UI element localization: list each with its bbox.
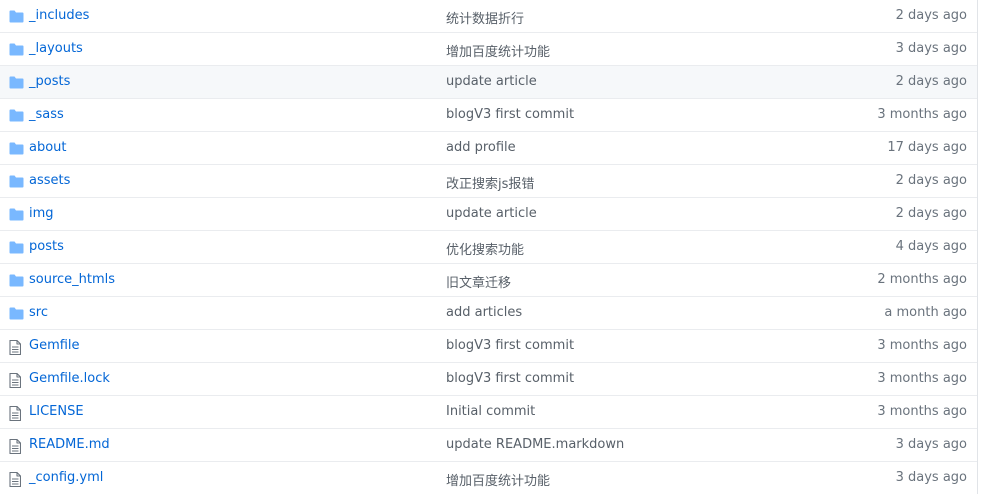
commit-age: 3 months ago — [877, 107, 967, 122]
commit-age: 4 days ago — [895, 239, 967, 254]
commit-age: 3 months ago — [877, 404, 967, 419]
commit-age: 2 days ago — [895, 206, 967, 221]
commit-age: 3 days ago — [895, 437, 967, 452]
file-row[interactable]: _layouts 增加百度统计功能 3 days ago — [0, 33, 977, 66]
folder-icon — [9, 175, 24, 189]
folder-icon — [9, 76, 24, 90]
file-row[interactable]: src add articles a month ago — [0, 297, 977, 330]
file-row[interactable]: source_htmls 旧文章迁移 2 months ago — [0, 264, 977, 297]
file-name-link[interactable]: img — [29, 206, 54, 221]
file-row[interactable]: _posts update article 2 days ago — [0, 66, 977, 99]
file-name-link[interactable]: README.md — [29, 437, 110, 452]
file-name-link[interactable]: _sass — [29, 107, 64, 122]
commit-message-link[interactable]: 优化搜索功能 — [446, 239, 524, 258]
file-row[interactable]: posts 优化搜索功能 4 days ago — [0, 231, 977, 264]
file-icon — [9, 439, 24, 454]
file-name-link[interactable]: assets — [29, 173, 70, 188]
file-name-link[interactable]: LICENSE — [29, 404, 84, 419]
folder-icon — [9, 43, 24, 57]
commit-message-link[interactable]: 增加百度统计功能 — [446, 41, 550, 60]
commit-message-link[interactable]: 改正搜索js报错 — [446, 173, 534, 192]
file-name-link[interactable]: _layouts — [29, 41, 83, 56]
commit-message-link[interactable]: blogV3 first commit — [446, 371, 574, 386]
file-name-link[interactable]: _includes — [29, 8, 89, 23]
commit-message-link[interactable]: update article — [446, 206, 537, 221]
file-icon — [9, 472, 24, 487]
folder-icon — [9, 109, 24, 123]
folder-icon — [9, 10, 24, 24]
file-name-link[interactable]: _config.yml — [29, 470, 103, 485]
file-list: _includes 统计数据折行 2 days ago _layouts 增加百… — [0, 0, 978, 494]
file-row[interactable]: Gemfile blogV3 first commit 3 months ago — [0, 330, 977, 363]
commit-age: 3 days ago — [895, 41, 967, 56]
file-name-link[interactable]: source_htmls — [29, 272, 115, 287]
file-row[interactable]: assets 改正搜索js报错 2 days ago — [0, 165, 977, 198]
file-icon — [9, 373, 24, 388]
file-name-link[interactable]: about — [29, 140, 67, 155]
commit-message-link[interactable]: blogV3 first commit — [446, 338, 574, 353]
file-name-link[interactable]: Gemfile.lock — [29, 371, 110, 386]
file-row[interactable]: _config.yml 增加百度统计功能 3 days ago — [0, 462, 977, 495]
commit-age: 17 days ago — [887, 140, 967, 155]
file-row[interactable]: _sass blogV3 first commit 3 months ago — [0, 99, 977, 132]
folder-icon — [9, 241, 24, 255]
file-name-link[interactable]: src — [29, 305, 48, 320]
folder-icon — [9, 208, 24, 222]
file-name-link[interactable]: _posts — [29, 74, 70, 89]
commit-message-link[interactable]: Initial commit — [446, 404, 535, 419]
file-icon — [9, 406, 24, 421]
file-name-link[interactable]: Gemfile — [29, 338, 80, 353]
commit-age: a month ago — [884, 305, 967, 320]
commit-age: 3 days ago — [895, 470, 967, 485]
commit-message-link[interactable]: add profile — [446, 140, 516, 155]
commit-message-link[interactable]: 增加百度统计功能 — [446, 470, 550, 489]
commit-message-link[interactable]: blogV3 first commit — [446, 107, 574, 122]
commit-message-link[interactable]: add articles — [446, 305, 522, 320]
file-row[interactable]: img update article 2 days ago — [0, 198, 977, 231]
folder-icon — [9, 307, 24, 321]
folder-icon — [9, 274, 24, 288]
commit-message-link[interactable]: 统计数据折行 — [446, 8, 524, 27]
commit-message-link[interactable]: 旧文章迁移 — [446, 272, 511, 291]
file-row[interactable]: Gemfile.lock blogV3 first commit 3 month… — [0, 363, 977, 396]
commit-message-link[interactable]: update article — [446, 74, 537, 89]
file-row[interactable]: about add profile 17 days ago — [0, 132, 977, 165]
commit-age: 2 months ago — [877, 272, 967, 287]
commit-age: 2 days ago — [895, 74, 967, 89]
folder-icon — [9, 142, 24, 156]
commit-age: 3 months ago — [877, 338, 967, 353]
commit-age: 3 months ago — [877, 371, 967, 386]
file-icon — [9, 340, 24, 355]
file-row[interactable]: LICENSE Initial commit 3 months ago — [0, 396, 977, 429]
file-row[interactable]: _includes 统计数据折行 2 days ago — [0, 0, 977, 33]
file-row[interactable]: README.md update README.markdown 3 days … — [0, 429, 977, 462]
file-name-link[interactable]: posts — [29, 239, 64, 254]
commit-age: 2 days ago — [895, 8, 967, 23]
commit-message-link[interactable]: update README.markdown — [446, 437, 624, 452]
commit-age: 2 days ago — [895, 173, 967, 188]
